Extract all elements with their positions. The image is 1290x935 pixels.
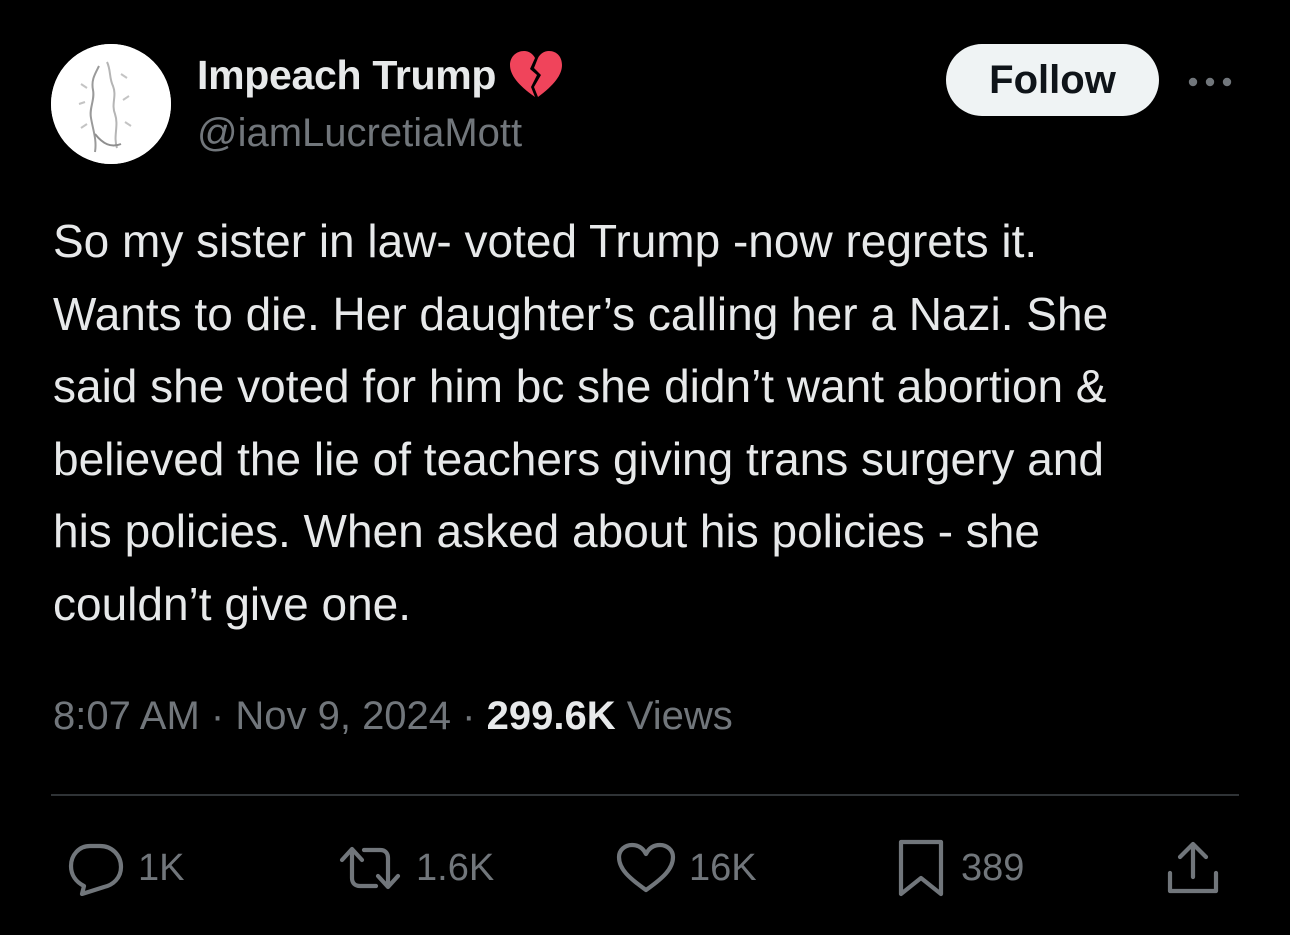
heart-icon bbox=[616, 842, 676, 893]
more-options-icon[interactable] bbox=[1184, 62, 1236, 102]
tweet-meta: 8:07 AM · Nov 9, 2024 · 299.6K Views bbox=[53, 690, 733, 742]
meta-separator: · bbox=[462, 694, 476, 738]
avatar-image bbox=[51, 44, 171, 164]
tweet-text: So my sister in law- voted Trump -now re… bbox=[53, 205, 1253, 640]
reply-count: 1K bbox=[138, 846, 185, 889]
like-button[interactable]: 16K bbox=[615, 838, 757, 898]
tweet-date[interactable]: Nov 9, 2024 bbox=[235, 694, 451, 738]
reply-icon bbox=[68, 843, 124, 896]
tweet-text-line: Wants to die. Her daughter’s calling her… bbox=[53, 287, 1109, 340]
tweet-text-line: So my sister in law- voted Trump -now re… bbox=[53, 215, 1038, 267]
bookmark-icon bbox=[898, 839, 944, 897]
share-button[interactable] bbox=[1164, 838, 1222, 898]
display-name[interactable]: Impeach Trump bbox=[197, 52, 496, 99]
follow-button[interactable]: Follow bbox=[946, 44, 1159, 116]
tweet: Impeach Trump @iamLucretiaMott Follow So… bbox=[0, 0, 1290, 935]
broken-heart-emoji bbox=[508, 49, 564, 101]
repost-count: 1.6K bbox=[416, 846, 495, 889]
repost-icon bbox=[339, 846, 401, 890]
avatar[interactable] bbox=[51, 44, 171, 164]
tweet-text-line: said she voted for him bc she didn’t wan… bbox=[53, 360, 1107, 412]
bookmark-count: 389 bbox=[961, 846, 1025, 889]
display-name-row[interactable]: Impeach Trump bbox=[197, 50, 564, 100]
meta-separator: · bbox=[210, 694, 225, 738]
repost-button[interactable]: 1.6K bbox=[336, 838, 494, 898]
tweet-text-line: his policies. When asked about his polic… bbox=[53, 505, 1040, 557]
reply-button[interactable]: 1K bbox=[66, 838, 184, 898]
like-count: 16K bbox=[689, 846, 757, 889]
user-handle[interactable]: @iamLucretiaMott bbox=[197, 111, 522, 156]
views-count: 299.6K bbox=[486, 694, 616, 738]
views-label: Views bbox=[626, 694, 733, 738]
share-icon bbox=[1167, 841, 1219, 894]
divider bbox=[51, 794, 1239, 796]
tweet-text-line: believed the lie of teachers giving tran… bbox=[53, 432, 1104, 485]
tweet-text-line: couldn’t give one. bbox=[53, 577, 412, 630]
bookmark-button[interactable]: 389 bbox=[893, 838, 1024, 898]
tweet-time[interactable]: 8:07 AM bbox=[53, 694, 200, 738]
